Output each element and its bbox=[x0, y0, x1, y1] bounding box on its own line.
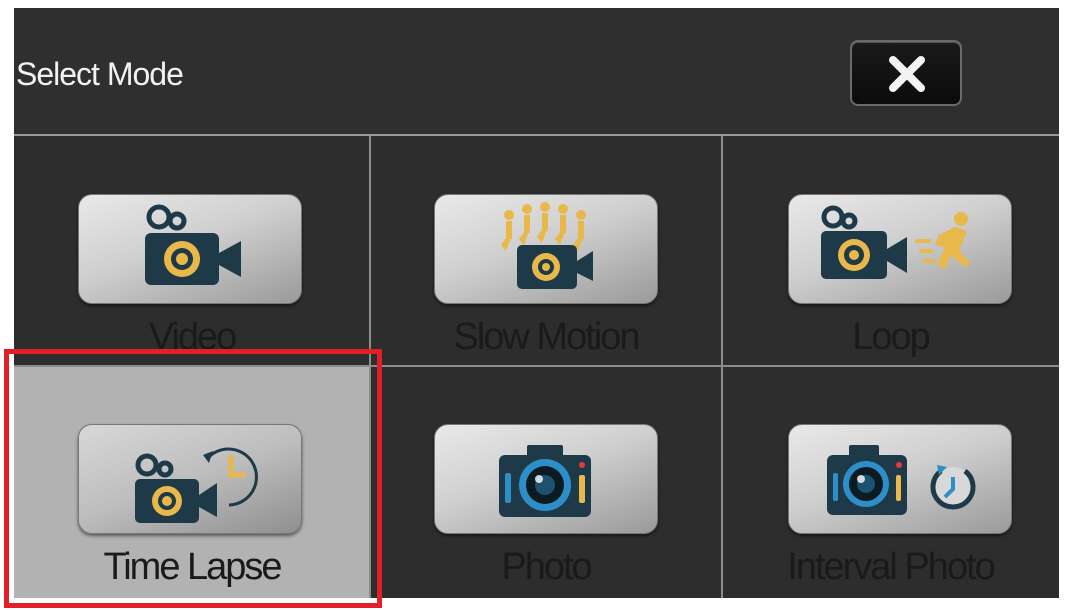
mode-loop-tile bbox=[788, 194, 1012, 304]
photo-camera-icon bbox=[499, 445, 591, 517]
close-button[interactable] bbox=[850, 40, 962, 106]
mode-interval-photo[interactable]: Interval Photo bbox=[722, 366, 1059, 598]
loop-icon bbox=[821, 205, 971, 279]
mode-video[interactable]: Video bbox=[14, 136, 370, 366]
mode-label: Interval Photo bbox=[787, 546, 995, 588]
page-title: Select Mode bbox=[16, 56, 184, 92]
mode-label: Slow Motion bbox=[453, 316, 641, 358]
mode-label: Photo bbox=[501, 546, 592, 588]
close-icon bbox=[889, 56, 925, 92]
mode-photo-tile bbox=[434, 424, 658, 534]
header-bar: Select Mode bbox=[14, 8, 1059, 136]
slow-motion-icon bbox=[501, 202, 593, 289]
selection-highlight bbox=[4, 349, 382, 608]
mode-photo[interactable]: Photo bbox=[370, 366, 722, 598]
grid-divider bbox=[721, 136, 723, 598]
mode-loop[interactable]: Loop bbox=[722, 136, 1059, 366]
video-camera-icon bbox=[145, 204, 241, 285]
mode-label: Loop bbox=[852, 316, 931, 358]
mode-slow-motion[interactable]: Slow Motion bbox=[370, 136, 722, 366]
interval-photo-icon bbox=[827, 445, 976, 515]
mode-video-tile bbox=[78, 194, 302, 304]
mode-slow-motion-tile bbox=[434, 194, 658, 304]
mode-interval-photo-tile bbox=[788, 424, 1012, 534]
